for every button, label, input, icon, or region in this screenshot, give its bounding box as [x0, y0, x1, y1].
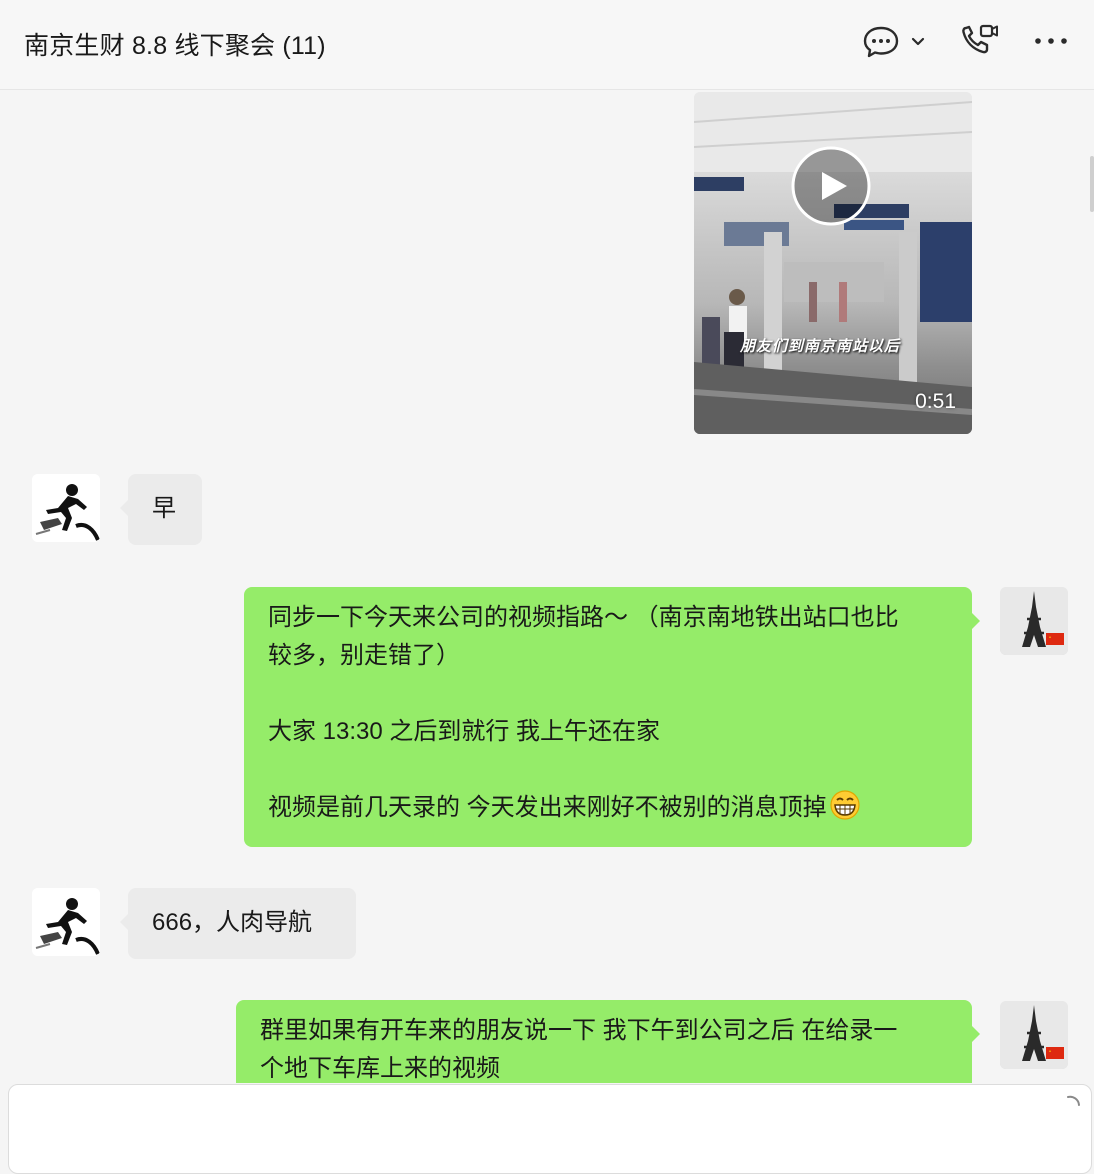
video-caption: 朋友们到南京南站以后 [740, 338, 901, 355]
message-text: 群里如果有开车来的朋友说一下 我下午到公司之后 在给录一 [260, 1017, 898, 1044]
message-text: 同步一下今天来公司的视频指路～ （南京南地铁出站口也比 [268, 604, 899, 631]
chat-header: 南京生财 8.8 线下聚会 (11) [0, 0, 1094, 90]
runner-avatar-icon [32, 474, 100, 542]
grinning-emoji-icon [830, 790, 860, 820]
tower-avatar-icon [1000, 1001, 1068, 1069]
avatar[interactable] [32, 888, 100, 956]
message-bubble[interactable]: 群里如果有开车来的朋友说一下 我下午到公司之后 在给录一 个地下车库上来的视频 [236, 1000, 980, 1083]
message-bubble[interactable]: 同步一下今天来公司的视频指路～ （南京南地铁出站口也比 较多，别走错了） 大家 … [244, 587, 980, 847]
video-message[interactable]: 朋友们到南京南站以后 0:51 [694, 92, 972, 434]
avatar[interactable] [32, 474, 100, 542]
message-text: 视频是前几天录的 今天发出来刚好不被别的消息顶掉 [268, 794, 827, 821]
message-text: 早 [152, 495, 176, 522]
runner-avatar-icon [32, 888, 100, 956]
message-input[interactable] [8, 1084, 1092, 1174]
chat-bubble-icon[interactable] [862, 24, 900, 60]
play-button-icon[interactable] [791, 146, 871, 226]
video-duration: 0:51 [915, 390, 956, 413]
message-text: 大家 13:30 之后到就行 我上午还在家 [268, 718, 661, 745]
message-list[interactable]: 朋友们到南京南站以后 0:51 早 同步一下今天来公司的视频指路～ （南京南地铁… [0, 91, 1094, 1083]
loading-spinner-icon [1067, 1095, 1080, 1106]
avatar[interactable] [1000, 587, 1068, 655]
scrollbar[interactable] [1090, 156, 1094, 212]
chat-title: 南京生财 8.8 线下聚会 (11) [24, 32, 326, 60]
chevron-down-icon[interactable] [910, 36, 926, 48]
message-bubble[interactable]: 666，人肉导航 [120, 888, 356, 959]
avatar[interactable] [1000, 1001, 1068, 1069]
message-text: 个地下车库上来的视频 [260, 1055, 500, 1082]
message-text: 较多，别走错了） [268, 642, 460, 669]
video-thumbnail [694, 92, 972, 434]
message-bubble[interactable]: 早 [120, 474, 202, 545]
tower-avatar-icon [1000, 587, 1068, 655]
message-text: 666，人肉导航 [152, 909, 313, 936]
more-icon[interactable] [1034, 36, 1068, 46]
phone-video-icon[interactable] [960, 22, 1000, 58]
